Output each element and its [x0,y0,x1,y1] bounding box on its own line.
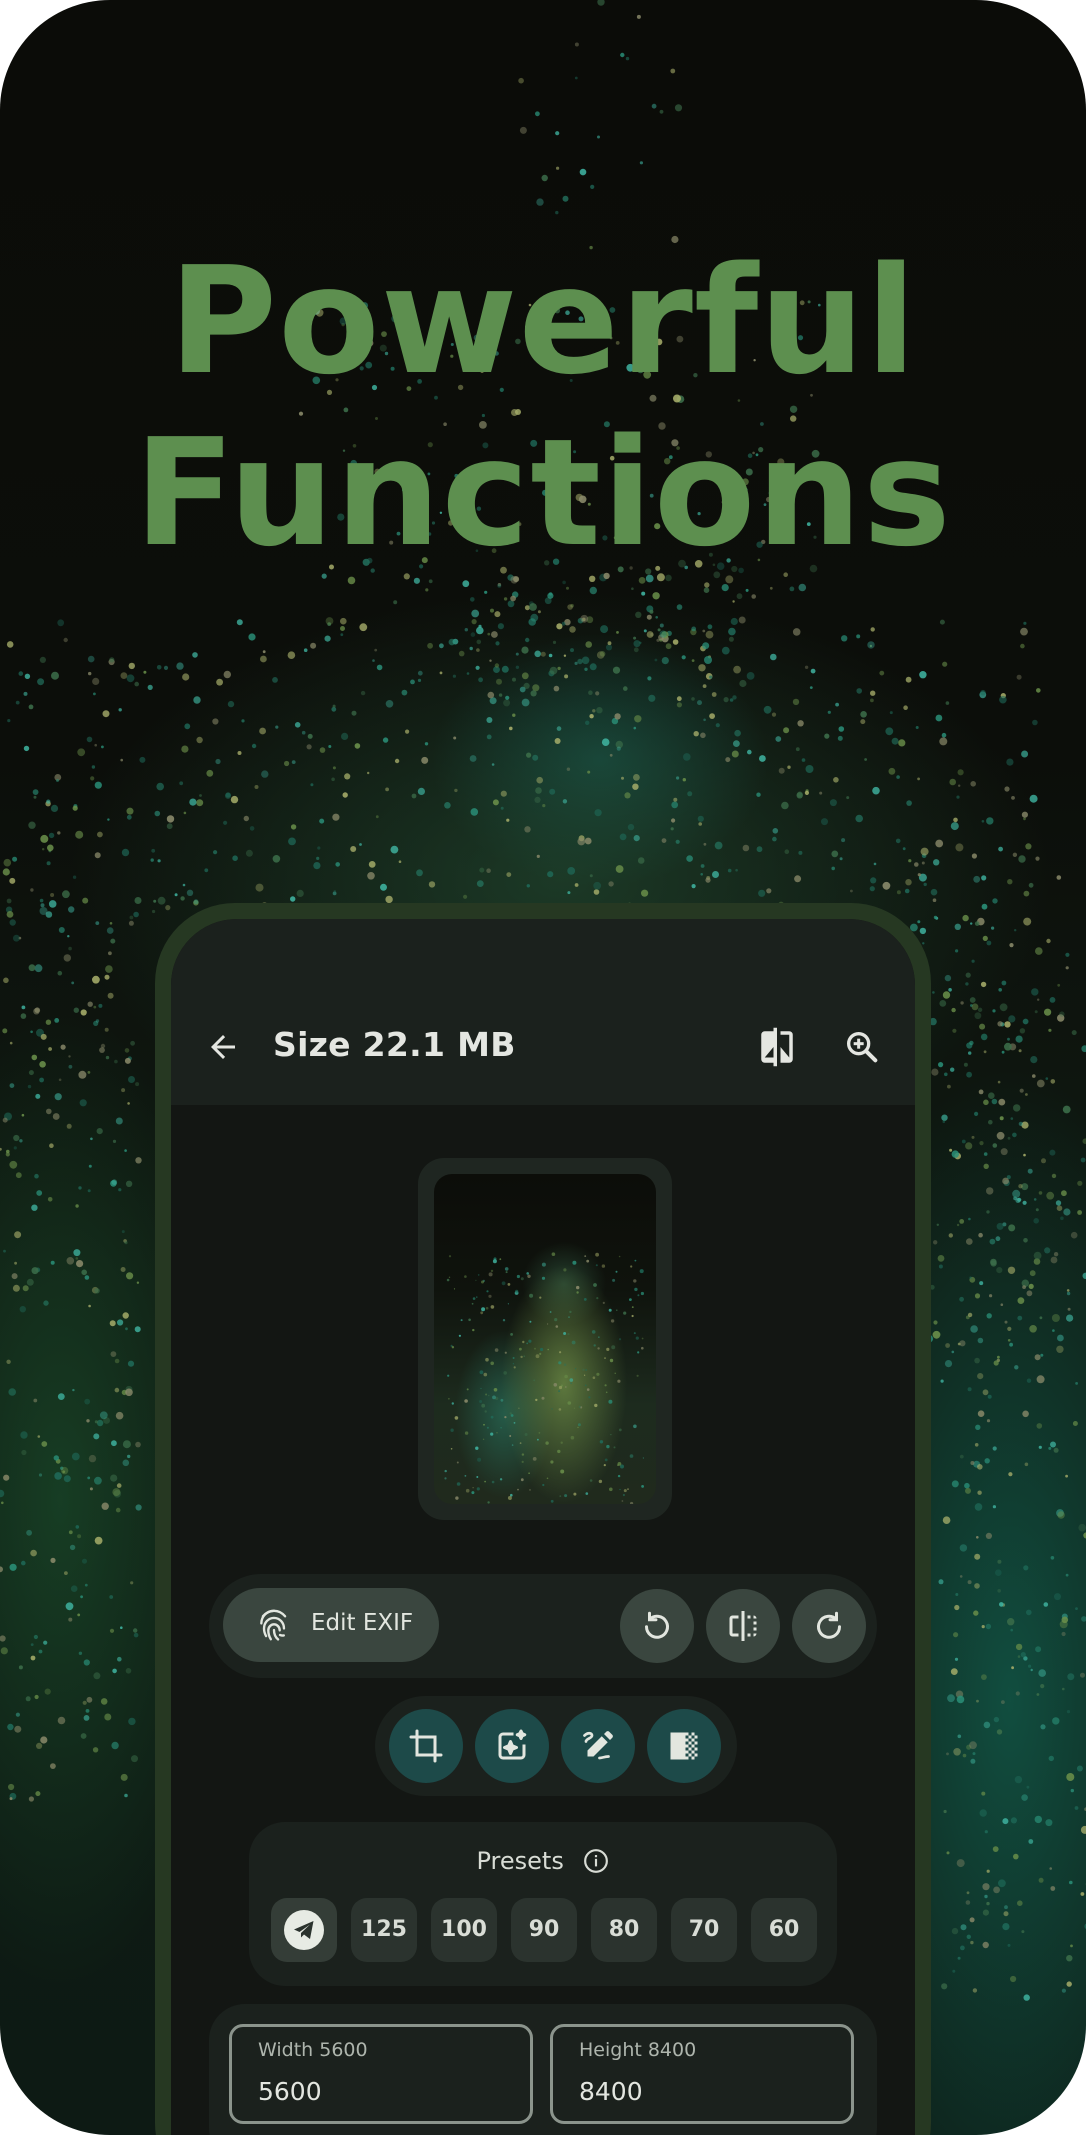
preset-telegram[interactable] [271,1898,337,1962]
draw-icon [583,1731,613,1760]
height-field[interactable]: Height 8400 8400 [550,2024,854,2124]
flip-button[interactable] [706,1589,780,1663]
rotate-right-icon [817,1611,841,1639]
edit-exif-button[interactable]: Edit EXIF [223,1588,439,1662]
edit-exif-label: Edit EXIF [311,1610,414,1636]
width-label: Width 5600 [258,2039,368,2061]
preview-thumbnail [434,1174,656,1504]
app-screen: Size 22.1 MB Edit EXIF Presets 125 100 9… [171,919,915,2135]
zoom-in-icon[interactable] [842,1027,882,1067]
auto-filter-icon [498,1729,527,1760]
auto-filter-button[interactable] [475,1709,549,1783]
crop-button[interactable] [389,1709,463,1783]
width-value[interactable]: 5600 [258,2077,322,2106]
headline-line-2: Functions [134,407,952,579]
tools-row [375,1696,737,1796]
promo-screen: Powerful Functions Size 22.1 MB Edit EXI… [0,0,1086,2135]
preset-chip[interactable]: 80 [591,1898,657,1962]
erase-background-button[interactable] [647,1709,721,1783]
headline-line-1: Powerful [168,235,918,407]
arrow-back-icon[interactable] [205,1029,241,1065]
file-size-title: Size 22.1 MB [273,1025,516,1064]
fingerprint-icon [260,1609,287,1641]
rotate-left-button[interactable] [620,1589,694,1663]
preset-chip[interactable]: 100 [431,1898,497,1962]
phone-mockup: Size 22.1 MB Edit EXIF Presets 125 100 9… [155,903,931,2135]
flip-icon [729,1611,757,1641]
preset-chip[interactable]: 70 [671,1898,737,1962]
top-app-bar: Size 22.1 MB [171,919,915,1105]
preset-chip[interactable]: 60 [751,1898,817,1962]
image-preview[interactable] [418,1158,672,1520]
width-field[interactable]: Width 5600 5600 [229,2024,533,2124]
erase-background-icon [670,1732,698,1760]
presets-card: Presets 125 100 90 80 70 60 [249,1822,837,1986]
preset-chip[interactable]: 90 [511,1898,577,1962]
crop-icon [409,1729,443,1763]
presets-title: Presets [476,1847,564,1875]
compare-icon[interactable] [756,1025,798,1069]
height-value[interactable]: 8400 [579,2077,643,2106]
draw-button[interactable] [561,1709,635,1783]
info-icon[interactable] [583,1848,609,1874]
presets-header: Presets [249,1846,837,1875]
actions-row: Edit EXIF [209,1574,877,1678]
preset-chip[interactable]: 125 [351,1898,417,1962]
rotate-left-icon [645,1611,669,1639]
headline: Powerful Functions [0,235,1086,579]
dimensions-card: Width 5600 5600 Height 8400 8400 [209,2004,877,2135]
height-label: Height 8400 [579,2039,697,2061]
rotate-right-button[interactable] [792,1589,866,1663]
telegram-icon [294,1921,314,1939]
